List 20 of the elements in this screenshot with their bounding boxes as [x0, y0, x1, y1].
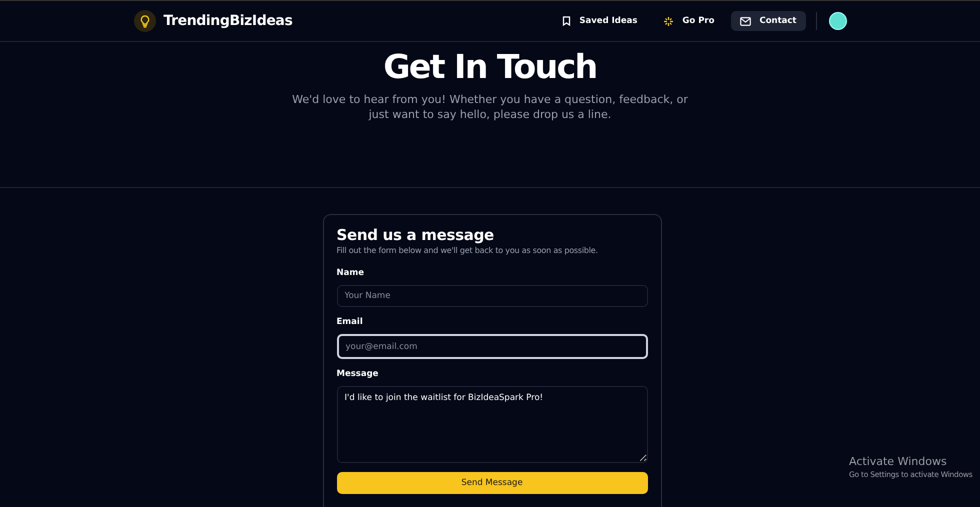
- field-label: Name: [336, 267, 365, 279]
- nav-link[interactable]: Contact: [731, 11, 806, 31]
- message-field[interactable]: I'd like to join the waitlist for BizIdeaSpark Pro!: [336, 386, 648, 463]
- field-label: Message: [336, 368, 380, 380]
- send-button[interactable]: Send Message: [336, 472, 648, 494]
- activation-title: Activate Windows: [849, 455, 948, 469]
- mail-icon: [740, 16, 752, 26]
- input-field[interactable]: Your Name: [336, 285, 648, 307]
- bookmark-icon: [562, 16, 572, 26]
- nav-link[interactable]: Go Pro: [654, 11, 724, 31]
- page-subtitle: We'd love to hear from you! Whether you have a question, feedback, or just want to say hello, please drop us a line.: [291, 92, 689, 122]
- logo-icon: [134, 10, 156, 32]
- avatar[interactable]: [828, 12, 846, 30]
- page-title: Get In Touch: [382, 46, 598, 88]
- sparkle-icon: [663, 16, 674, 26]
- brand-name: TrendingBizIdeas: [164, 13, 292, 29]
- nav-link[interactable]: Saved Ideas: [553, 11, 646, 31]
- field-label: Email: [336, 316, 364, 328]
- form-title: Send us a message: [336, 225, 495, 245]
- form-subtitle: Fill out the form below and we'll get back to you as soon as possible.: [336, 245, 599, 257]
